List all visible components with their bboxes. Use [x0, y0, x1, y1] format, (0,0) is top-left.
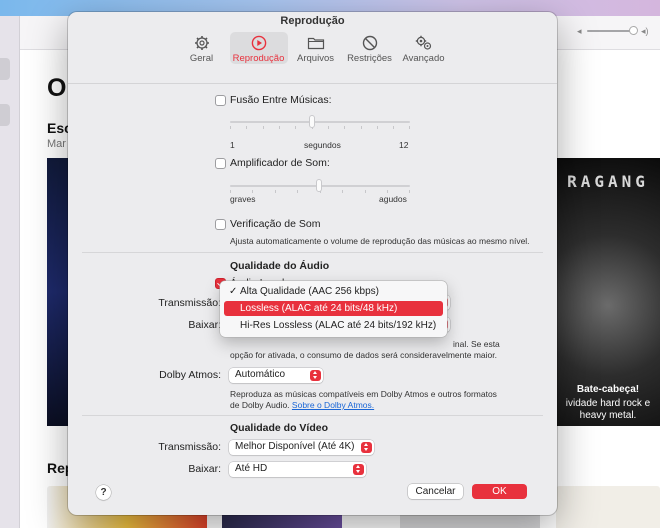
audio-streaming-label: Transmissão: [158, 297, 221, 309]
lossless-note-fragment: inal. Se esta [453, 339, 500, 349]
tab-arquivos[interactable]: Arquivos [290, 32, 342, 64]
chevron-updown-icon [310, 370, 321, 381]
tab-label: Arquivos [297, 53, 334, 64]
video-download-label: Baixar: [188, 463, 221, 475]
dolby-description-line1: Reproduza as músicas compatíveis em Dolb… [230, 389, 497, 399]
crossfade-max-label: 12 [399, 140, 409, 150]
section-subtitle: Mar [47, 138, 66, 150]
album-tile[interactable] [556, 486, 660, 528]
album-artwork[interactable] [47, 158, 69, 426]
tab-label: Geral [189, 53, 214, 64]
crossfade-min-label: 1 [230, 140, 235, 150]
speaker-low-icon: ◂ [577, 26, 582, 36]
dolby-description-line2: de Dolby Audio. Sobre o Dolby Atmos. [230, 400, 375, 410]
playlist-title: Bate-cabeça! [576, 384, 640, 395]
ok-button[interactable]: OK [472, 484, 527, 499]
video-streaming-value: Melhor Disponível (Até 4K) [235, 441, 355, 452]
sound-check-checkbox[interactable] [215, 219, 226, 230]
restriction-icon [361, 35, 379, 51]
featured-playlist-card[interactable]: RAGANG Bate-cabeça! ividade hard rock e … [556, 158, 660, 426]
video-download-popup[interactable]: Até HD [229, 462, 366, 477]
preferences-window: Reprodução Geral Reprodução Arquivos Res… [68, 12, 557, 515]
chevron-updown-icon [353, 464, 364, 475]
sidebar-item[interactable] [0, 104, 10, 126]
sound-enhancer-low-label: graves [230, 194, 256, 204]
play-circle-icon [250, 35, 268, 51]
playback-settings: Fusão Entre Músicas: 1 segundos 12 Ampli… [68, 84, 557, 515]
sidebar-item[interactable] [0, 58, 10, 80]
gear-icon [193, 35, 211, 51]
folder-icon [307, 35, 325, 51]
sound-enhancer-slider[interactable] [230, 179, 410, 193]
cancel-button[interactable]: Cancelar [408, 484, 463, 499]
tab-restricoes[interactable]: Restrições [344, 32, 396, 64]
tab-reproducao[interactable]: Reprodução [229, 32, 288, 64]
video-download-value: Até HD [235, 463, 268, 474]
page-title: O [47, 74, 67, 102]
help-button[interactable]: ? [96, 485, 111, 500]
preferences-toolbar: Geral Reprodução Arquivos Restrições Ava… [68, 32, 557, 84]
sound-check-label: Verificação de Som [230, 218, 321, 230]
sound-enhancer-label: Amplificador de Som: [230, 157, 330, 169]
tab-label: Restrições [347, 53, 392, 64]
menu-item-lossless[interactable]: Lossless (ALAC até 24 bits/48 kHz) [224, 301, 443, 316]
music-app-sidebar [0, 16, 20, 528]
tab-geral[interactable]: Geral [176, 32, 228, 64]
sound-check-description: Ajusta automaticamente o volume de repro… [230, 236, 530, 246]
chevron-updown-icon [361, 442, 372, 453]
tab-label: Avançado [402, 53, 445, 64]
audio-quality-heading: Qualidade do Áudio [230, 260, 330, 272]
window-title: Reprodução [280, 15, 345, 27]
dolby-atmos-value: Automático [235, 369, 286, 380]
sound-enhancer-checkbox[interactable] [215, 158, 226, 169]
crossfade-checkbox[interactable] [215, 95, 226, 106]
lossless-note-line2: opção for ativada, o consumo de dados se… [230, 350, 497, 360]
gears-icon [415, 35, 433, 51]
speaker-high-icon: ◂) [641, 26, 649, 36]
volume-slider[interactable]: ◂ ◂) [577, 26, 657, 36]
audio-download-label: Baixar: [188, 319, 221, 331]
dolby-atmos-popup[interactable]: Automático [229, 368, 323, 383]
checkmark-icon: ✓ [229, 286, 238, 297]
dolby-info-link[interactable]: Sobre o Dolby Atmos. [292, 400, 374, 410]
crossfade-unit-label: segundos [304, 140, 341, 150]
video-streaming-label: Transmissão: [158, 441, 221, 453]
section-divider [82, 415, 543, 416]
tab-avancado[interactable]: Avançado [398, 32, 450, 64]
menu-item-label: Hi-Res Lossless (ALAC até 24 bits/192 kH… [240, 320, 437, 331]
section-divider [82, 252, 543, 253]
sound-enhancer-high-label: agudos [379, 194, 407, 204]
menu-item-hi-res-lossless[interactable]: Hi-Res Lossless (ALAC até 24 bits/192 kH… [224, 318, 443, 333]
menu-item-label: Lossless (ALAC até 24 bits/48 kHz) [240, 303, 398, 314]
artwork-band-text: RAGANG [567, 172, 649, 191]
audio-quality-menu: ✓ Alta Qualidade (AAC 256 kbps) Lossless … [220, 281, 447, 337]
tab-label: Reprodução [232, 53, 285, 64]
crossfade-label: Fusão Entre Músicas: [230, 94, 332, 106]
menu-item-alta-qualidade[interactable]: ✓ Alta Qualidade (AAC 256 kbps) [224, 284, 443, 299]
dolby-atmos-label: Dolby Atmos: [159, 369, 221, 381]
crossfade-slider[interactable] [230, 115, 410, 129]
video-quality-heading: Qualidade do Vídeo [230, 422, 329, 434]
playlist-subtitle: ividade hard rock e heavy metal. [565, 398, 651, 421]
menu-item-label: Alta Qualidade (AAC 256 kbps) [240, 286, 379, 297]
video-streaming-popup[interactable]: Melhor Disponível (Até 4K) [229, 440, 374, 455]
